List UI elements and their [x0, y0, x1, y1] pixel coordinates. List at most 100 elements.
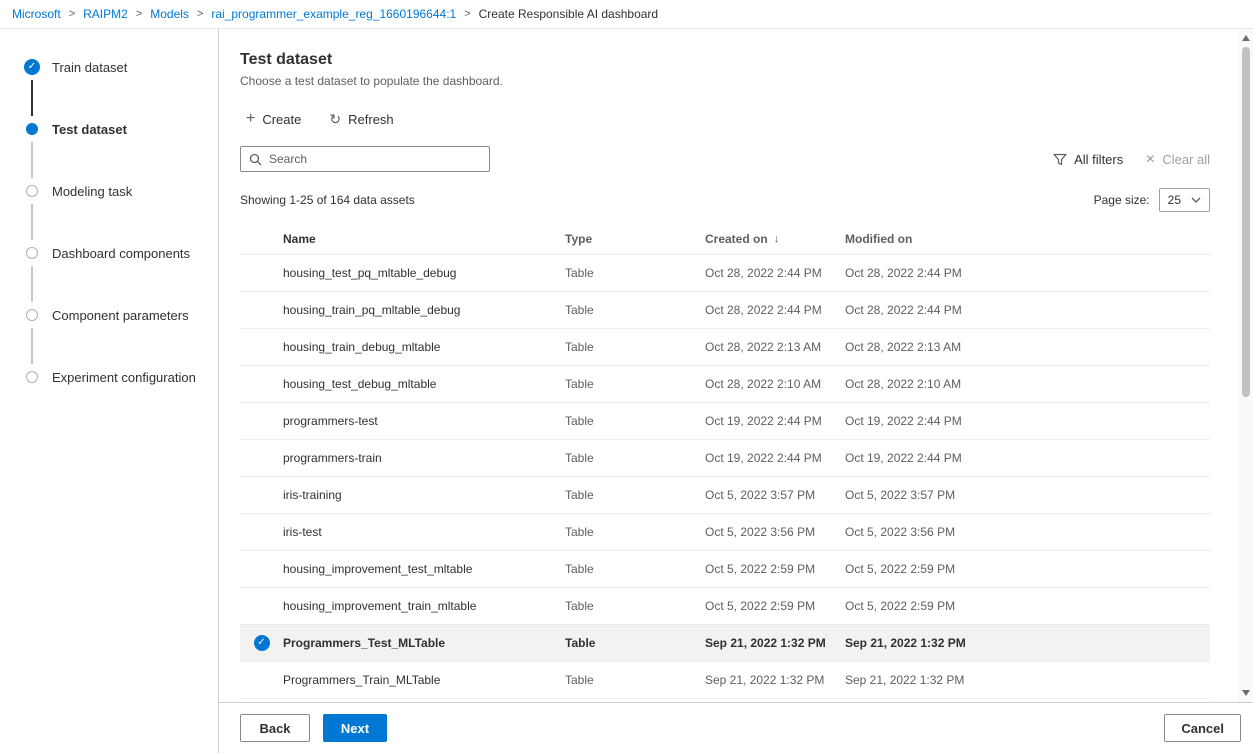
table-row[interactable]: ✓Programmers_Test_MLTableTableSep 21, 20…: [240, 625, 1210, 662]
create-button-label: Create: [262, 112, 301, 127]
cell-name: housing_train_pq_mltable_debug: [283, 303, 565, 317]
cell-type: Table: [565, 451, 705, 465]
refresh-button[interactable]: ↻ Refresh: [323, 109, 399, 130]
table-row[interactable]: housing_test_debug_mltableTableOct 28, 2…: [240, 366, 1210, 403]
cell-name: Programmers_Train_MLTable: [283, 673, 565, 687]
table-row[interactable]: housing_improvement_test_mltableTable Oct…: [240, 551, 1210, 588]
cell-created: Oct 28, 2022 2:13 AM: [705, 340, 845, 354]
breadcrumb-separator-icon: >: [69, 8, 75, 20]
cell-created: Oct 19, 2022 2:44 PM: [705, 414, 845, 428]
column-header-created[interactable]: Created on ↓: [705, 232, 845, 246]
create-button[interactable]: + Create: [240, 108, 307, 130]
cell-name: iris-training: [283, 488, 565, 502]
step-connector: [31, 266, 33, 302]
scroll-down-arrow-icon[interactable]: [1242, 690, 1250, 696]
wizard-step-experiment-configuration[interactable]: Experiment configuration: [24, 369, 208, 385]
content-area: Test dataset Choose a test dataset to po…: [219, 29, 1253, 702]
cell-modified: Oct 5, 2022 3:56 PM: [845, 525, 1210, 539]
cell-type: Table: [565, 599, 705, 613]
cell-modified: Oct 19, 2022 2:44 PM: [845, 414, 1210, 428]
table-row[interactable]: iris-trainingTableOct 5, 2022 3:57 PMOct…: [240, 477, 1210, 514]
results-summary: Showing 1-25 of 164 data assets: [240, 193, 415, 207]
step-rail: [24, 183, 40, 245]
cell-modified: Oct 28, 2022 2:13 AM: [845, 340, 1210, 354]
cell-created: Oct 28, 2022 2:44 PM: [705, 303, 845, 317]
step-label: Train dataset: [52, 59, 127, 121]
vertical-scrollbar[interactable]: [1238, 29, 1253, 702]
command-bar: + Create ↻ Refresh: [240, 108, 1210, 130]
cell-modified: Oct 28, 2022 2:44 PM: [845, 266, 1210, 280]
search-box: [240, 146, 490, 172]
column-header-label: Created on: [705, 232, 768, 246]
table-row[interactable]: housing_test_pq_mltable_debugTable Oct 28…: [240, 255, 1210, 292]
cell-name: housing_improvement_train_mltable: [283, 599, 565, 613]
cell-modified: Oct 5, 2022 3:57 PM: [845, 488, 1210, 502]
breadcrumb-separator-icon: >: [136, 8, 142, 20]
cancel-button[interactable]: Cancel: [1164, 714, 1241, 742]
all-filters-button[interactable]: All filters: [1053, 152, 1123, 167]
cell-name: housing_improvement_test_mltable: [283, 562, 565, 576]
wizard-step-dashboard-components[interactable]: Dashboard components: [24, 245, 208, 307]
cell-created: Oct 19, 2022 2:44 PM: [705, 451, 845, 465]
cell-type: Table: [565, 673, 705, 687]
cell-modified: Oct 28, 2022 2:44 PM: [845, 303, 1210, 317]
wizard-step-modeling-task[interactable]: Modeling task: [24, 183, 208, 245]
row-selected-check-icon: ✓: [254, 635, 270, 651]
next-button[interactable]: Next: [323, 714, 387, 742]
back-button[interactable]: Back: [240, 714, 310, 742]
table-row[interactable]: housing_train_pq_mltable_debugTableOct 2…: [240, 292, 1210, 329]
column-header-modified[interactable]: Modified on: [845, 232, 1210, 246]
scroll-up-arrow-icon[interactable]: [1242, 35, 1250, 41]
cell-name: housing_test_pq_mltable_debug: [283, 266, 565, 280]
step-label: Test dataset: [52, 121, 127, 183]
cell-type: Table: [565, 562, 705, 576]
filter-funnel-icon: [1053, 153, 1067, 166]
cell-modified: Oct 5, 2022 2:59 PM: [845, 562, 1210, 576]
step-rail: ✓: [24, 59, 40, 121]
wizard-steps-sidebar: ✓Train datasetTest datasetModeling taskD…: [0, 29, 219, 753]
wizard-step-test-dataset[interactable]: Test dataset: [24, 121, 208, 183]
cell-created: Oct 5, 2022 2:59 PM: [705, 599, 845, 613]
dataset-table: Name TypeCreated on ↓ Modified on housing_t…: [240, 224, 1210, 699]
breadcrumb: Microsoft > RAIPM2 > Models > rai_programmer_e…: [0, 0, 1253, 28]
wizard-step-train-dataset[interactable]: ✓Train dataset: [24, 59, 208, 121]
cell-type: Table: [565, 377, 705, 391]
table-row[interactable]: housing_improvement_train_mltableTableOc…: [240, 588, 1210, 625]
dataset-table-body: housing_test_pq_mltable_debugTableOct 28…: [240, 255, 1210, 699]
table-row[interactable]: programmers-trainTableOct 19, 2022 2:44 …: [240, 440, 1210, 477]
cell-created: Sep 21, 2022 1:32 PM: [705, 673, 845, 687]
scrollbar-thumb[interactable]: [1242, 47, 1250, 397]
search-input[interactable]: [269, 152, 481, 166]
step-upcoming-circle-icon: [26, 247, 38, 259]
column-header-type[interactable]: Type: [565, 232, 705, 246]
table-row[interactable]: housing_train_debug_mltableTableOct 28, …: [240, 329, 1210, 366]
all-filters-label: All filters: [1074, 152, 1123, 167]
table-row[interactable]: programmers-testTableOct 19, 2022 2:44 P…: [240, 403, 1210, 440]
breadcrumb-link[interactable]: Models: [150, 7, 189, 21]
row-select-cell[interactable]: ✓: [240, 635, 283, 651]
sort-descending-icon: ↓: [774, 233, 780, 245]
breadcrumb-separator-icon: >: [197, 8, 203, 20]
clear-x-icon: ✕: [1145, 153, 1155, 165]
refresh-icon: ↻: [329, 112, 341, 126]
create-rai-dashboard-wizard: ✓Train datasetTest datasetModeling taskD…: [0, 28, 1253, 753]
clear-all-button[interactable]: ✕ Clear all: [1145, 152, 1210, 167]
table-row[interactable]: Programmers_Train_MLTableTableSep 21, 20…: [240, 662, 1210, 699]
column-header-name[interactable]: Name: [283, 232, 565, 246]
page-size-control: Page size: 25: [1094, 188, 1210, 212]
column-header-label: Name: [283, 232, 316, 246]
wizard-footer: Back Next Cancel: [219, 702, 1253, 753]
page-size-select[interactable]: 25: [1159, 188, 1210, 212]
table-row[interactable]: iris-testTableOct 5, 2022 3:56 PMOct 5, …: [240, 514, 1210, 551]
cell-modified: Sep 21, 2022 1:32 PM: [845, 636, 1210, 650]
breadcrumb-link[interactable]: rai_programmer_example_reg_1660196644:1: [211, 7, 456, 21]
breadcrumb-link[interactable]: Microsoft: [12, 7, 61, 21]
cell-created: Oct 28, 2022 2:10 AM: [705, 377, 845, 391]
step-label: Dashboard components: [52, 245, 190, 307]
cell-type: Table: [565, 525, 705, 539]
breadcrumb-link[interactable]: RAIPM2: [83, 7, 128, 21]
wizard-step-component-parameters[interactable]: Component parameters: [24, 307, 208, 369]
cell-created: Oct 5, 2022 3:57 PM: [705, 488, 845, 502]
cell-type: Table: [565, 266, 705, 280]
step-current-dot-icon: [24, 121, 40, 137]
